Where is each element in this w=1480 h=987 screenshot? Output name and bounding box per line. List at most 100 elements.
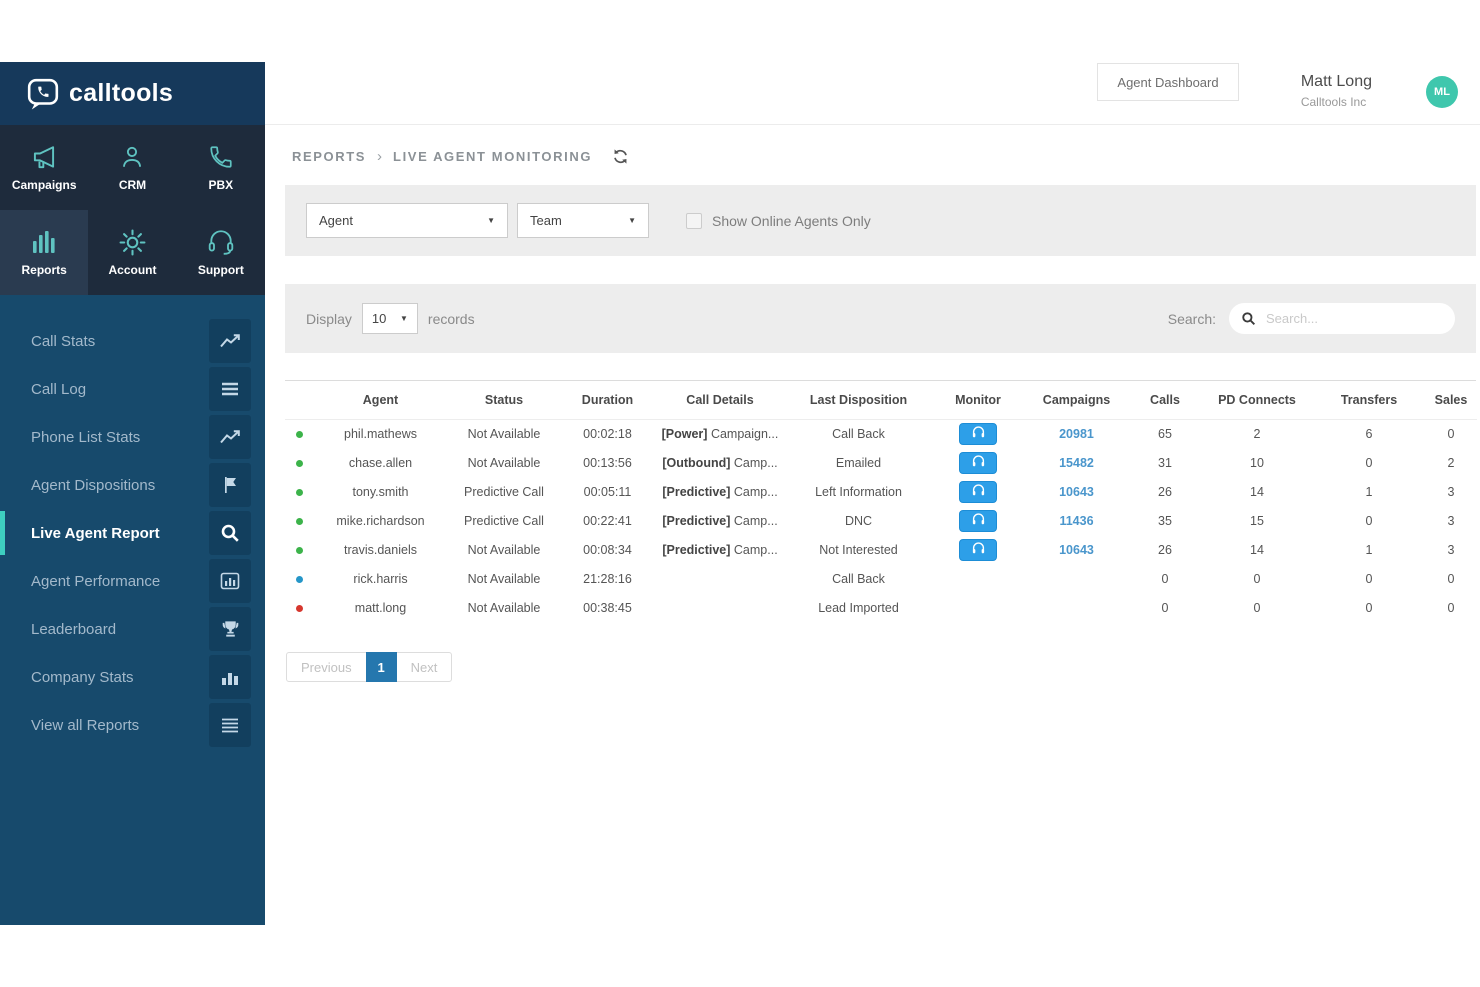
column-header-calls: Calls	[1129, 381, 1201, 419]
cell-status: Not Available	[448, 419, 560, 448]
column-header-monitor: Monitor	[932, 381, 1024, 419]
sidebar-item-label: Call Log	[0, 381, 209, 398]
refresh-icon[interactable]	[612, 148, 629, 165]
avatar[interactable]: ML	[1426, 76, 1458, 108]
agent-table: AgentStatusDurationCall DetailsLast Disp…	[285, 380, 1476, 622]
table-row: matt.long Not Available 00:38:45 Lead Im…	[285, 593, 1477, 622]
monitor-button[interactable]	[959, 423, 997, 445]
cell-call-details	[655, 593, 785, 622]
column-header-transfers: Transfers	[1313, 381, 1425, 419]
nav-tile-support[interactable]: Support	[177, 210, 265, 295]
sidebar-item-company-stats[interactable]: Company Stats	[0, 653, 265, 701]
online-only-checkbox[interactable]	[686, 213, 702, 229]
cell-calls: 35	[1129, 506, 1201, 535]
cell-monitor	[932, 477, 1024, 506]
trend-icon	[209, 415, 251, 459]
headset-icon	[971, 513, 986, 529]
nav-tile-label: Campaigns	[12, 178, 77, 192]
column-header-duration: Duration	[560, 381, 655, 419]
cell-call-details: [Predictive] Camp...	[655, 477, 785, 506]
cell-calls: 0	[1129, 593, 1201, 622]
sidebar-item-phone-list-stats[interactable]: Phone List Stats	[0, 413, 265, 461]
cell-agent: tony.smith	[313, 477, 448, 506]
pagination: Previous 1 Next	[286, 652, 452, 682]
monitor-button[interactable]	[959, 510, 997, 532]
column-header-last-disposition: Last Disposition	[785, 381, 932, 419]
status-dot-green	[296, 547, 303, 554]
gear-icon	[119, 228, 146, 256]
cell-calls: 26	[1129, 477, 1201, 506]
nav-tile-reports[interactable]: Reports	[0, 210, 88, 295]
campaign-link[interactable]: 10643	[1059, 485, 1094, 499]
cell-pd-connects: 10	[1201, 448, 1313, 477]
headset-icon	[971, 455, 986, 471]
sidebar-item-label: Phone List Stats	[0, 429, 209, 446]
campaign-link[interactable]: 10643	[1059, 543, 1094, 557]
cell-status: Predictive Call	[448, 506, 560, 535]
breadcrumb-separator: ›	[377, 148, 382, 165]
nav-tile-account[interactable]: Account	[88, 210, 176, 295]
sidebar-item-agent-performance[interactable]: Agent Performance	[0, 557, 265, 605]
cell-duration: 00:02:18	[560, 419, 655, 448]
list4-icon	[209, 703, 251, 747]
nav-tile-campaigns[interactable]: Campaigns	[0, 125, 88, 210]
cell-monitor	[932, 506, 1024, 535]
table-row: mike.richardson Predictive Call 00:22:41…	[285, 506, 1477, 535]
sidebar-item-label: Call Stats	[0, 333, 209, 350]
records-count-select[interactable]: 10 ▼	[362, 303, 418, 334]
sidebar-item-call-stats[interactable]: Call Stats	[0, 317, 265, 365]
cell-status: Not Available	[448, 593, 560, 622]
cell-calls: 65	[1129, 419, 1201, 448]
pagination-page-1-button[interactable]: 1	[366, 652, 397, 682]
bars-icon	[209, 655, 251, 699]
sidebar-item-agent-dispositions[interactable]: Agent Dispositions	[0, 461, 265, 509]
sidebar-item-live-agent-report[interactable]: Live Agent Report	[0, 509, 265, 557]
cell-call-details: [Predictive] Camp...	[655, 535, 785, 564]
barchart-icon	[30, 228, 58, 256]
cell-duration: 00:22:41	[560, 506, 655, 535]
cell-sales: 0	[1425, 564, 1477, 593]
sidebar-item-view-all-reports[interactable]: View all Reports	[0, 701, 265, 749]
status-dot-green	[296, 518, 303, 525]
campaign-link[interactable]: 20981	[1059, 427, 1094, 441]
status-dot-green	[296, 489, 303, 496]
team-select[interactable]: Team ▼	[517, 203, 649, 238]
monitor-button[interactable]	[959, 481, 997, 503]
cell-monitor	[932, 448, 1024, 477]
agent-table-body: phil.mathews Not Available 00:02:18 [Pow…	[285, 419, 1477, 622]
megaphone-icon	[29, 143, 59, 171]
agent-dashboard-button[interactable]: Agent Dashboard	[1097, 63, 1239, 101]
table-row: travis.daniels Not Available 00:08:34 [P…	[285, 535, 1477, 564]
cell-last-disposition: Call Back	[785, 564, 932, 593]
records-bar: Display 10 ▼ records Search:	[285, 284, 1476, 353]
column-header-agent: Agent	[313, 381, 448, 419]
breadcrumb-reports-link[interactable]: REPORTS	[292, 149, 366, 164]
cell-status: Predictive Call	[448, 477, 560, 506]
pagination-next-button[interactable]: Next	[396, 652, 453, 682]
sidebar-item-call-log[interactable]: Call Log	[0, 365, 265, 413]
user-name: Matt Long	[1301, 73, 1372, 91]
sidebar-item-leaderboard[interactable]: Leaderboard	[0, 605, 265, 653]
table-row: chase.allen Not Available 00:13:56 [Outb…	[285, 448, 1477, 477]
campaign-link[interactable]: 11436	[1059, 514, 1093, 528]
pagination-previous-button[interactable]: Previous	[286, 652, 367, 682]
headset-icon	[207, 228, 235, 256]
cell-duration: 00:38:45	[560, 593, 655, 622]
monitor-button[interactable]	[959, 539, 997, 561]
column-header-call-details: Call Details	[655, 381, 785, 419]
cell-transfers: 6	[1313, 419, 1425, 448]
sidebar-item-label: Agent Performance	[0, 573, 209, 590]
agent-select-value: Agent	[319, 213, 353, 228]
agent-select[interactable]: Agent ▼	[306, 203, 508, 238]
campaign-link[interactable]: 15482	[1059, 456, 1094, 470]
nav-tile-pbx[interactable]: PBX	[177, 125, 265, 210]
nav-tile-crm[interactable]: CRM	[88, 125, 176, 210]
search-input[interactable]	[1264, 310, 1443, 327]
cell-campaign: 10643	[1024, 477, 1129, 506]
user-menu[interactable]: Matt Long Calltools Inc	[1301, 73, 1372, 109]
sidebar-nav-grid: Campaigns CRM PBX Reports Account Suppor…	[0, 125, 265, 295]
cell-campaign: 15482	[1024, 448, 1129, 477]
monitor-button[interactable]	[959, 452, 997, 474]
cell-call-details: [Predictive] Camp...	[655, 506, 785, 535]
status-dot-green	[296, 460, 303, 467]
